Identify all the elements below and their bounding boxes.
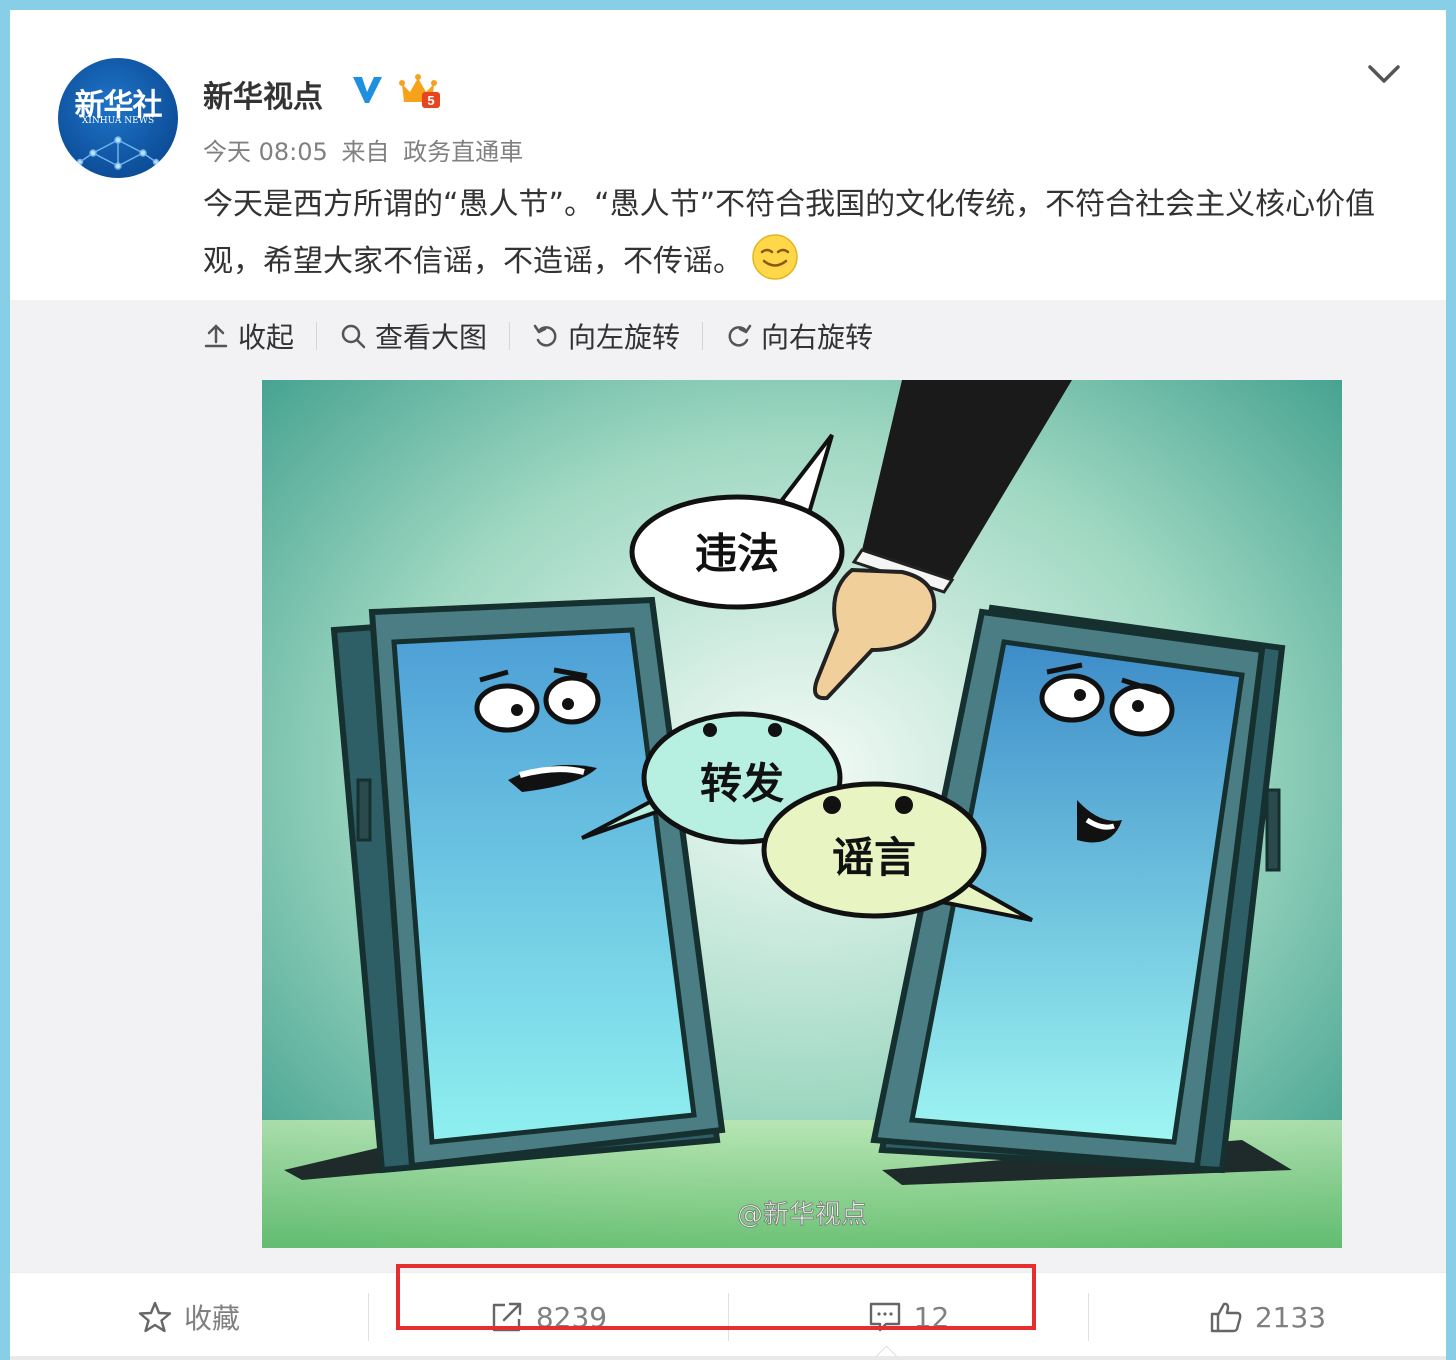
toolbar-divider xyxy=(702,322,704,350)
image-watermark: @新华视点 xyxy=(737,1200,867,1230)
collapse-arrow-icon xyxy=(204,324,228,348)
post-text-container: 今天是西方所谓的“愚人节”。“愚人节”不符合我国的文化传统，不符合社会主义核心价… xyxy=(203,176,1403,290)
weibo-post-card: 新华社 XINHUA NEWS 新华视点 5 今天 08:05 来自 政务直通車… xyxy=(10,10,1446,1360)
thumbs-up-icon xyxy=(1210,1302,1242,1333)
vip-crown-icon[interactable]: 5 xyxy=(398,70,442,110)
bubble-top-text: 违法 xyxy=(695,529,779,578)
post-source[interactable]: 政务直通車 xyxy=(403,138,523,166)
collapse-button[interactable]: 收起 xyxy=(202,316,294,356)
toolbar-divider xyxy=(316,322,318,350)
search-icon xyxy=(341,324,366,349)
highlight-box xyxy=(396,1264,1036,1330)
next-card-edge xyxy=(10,1356,1446,1360)
view-large-button[interactable]: 查看大图 xyxy=(339,316,487,356)
toolbar-divider xyxy=(509,322,511,350)
avatar[interactable]: 新华社 XINHUA NEWS xyxy=(58,58,178,178)
post-time[interactable]: 今天 08:05 xyxy=(203,138,328,166)
post-image[interactable]: 违法 转发 谣言 @新华视点 xyxy=(262,380,1342,1248)
rotate-right-label: 向右旋转 xyxy=(761,321,874,354)
rotate-right-icon xyxy=(728,324,752,347)
view-large-label: 查看大图 xyxy=(375,321,488,354)
bubble-middle-text: 转发 xyxy=(700,759,784,808)
rotate-right-button[interactable]: 向右旋转 xyxy=(725,316,873,356)
media-toolbar: 收起 查看大图 向左旋转 向右旋转 xyxy=(202,316,873,356)
star-icon xyxy=(138,1301,172,1333)
rotate-left-icon xyxy=(533,324,557,347)
avatar-logo-sub: XINHUA NEWS xyxy=(81,116,155,126)
rotate-left-label: 向左旋转 xyxy=(568,321,681,354)
username-link[interactable]: 新华视点 xyxy=(203,72,323,116)
favorite-label: 收藏 xyxy=(183,1302,240,1335)
favorite-button[interactable]: 收藏 xyxy=(10,1273,368,1360)
rotate-left-button[interactable]: 向左旋转 xyxy=(532,316,680,356)
bubble-right-text: 谣言 xyxy=(832,833,916,882)
verified-v-icon[interactable] xyxy=(350,72,384,106)
post-meta: 今天 08:05 来自 政务直通車 xyxy=(203,132,529,167)
collapse-label: 收起 xyxy=(238,321,295,354)
from-label: 来自 xyxy=(341,138,390,166)
member-level: 5 xyxy=(427,93,434,108)
smile-emoji-icon xyxy=(752,234,798,280)
like-button[interactable]: 2133 xyxy=(1089,1273,1446,1360)
like-count: 2133 xyxy=(1254,1300,1327,1334)
media-section: 收起 查看大图 向左旋转 向右旋转 违法 转发 谣言 @新华视点 xyxy=(10,300,1446,1272)
chevron-down-icon[interactable] xyxy=(1366,62,1402,86)
